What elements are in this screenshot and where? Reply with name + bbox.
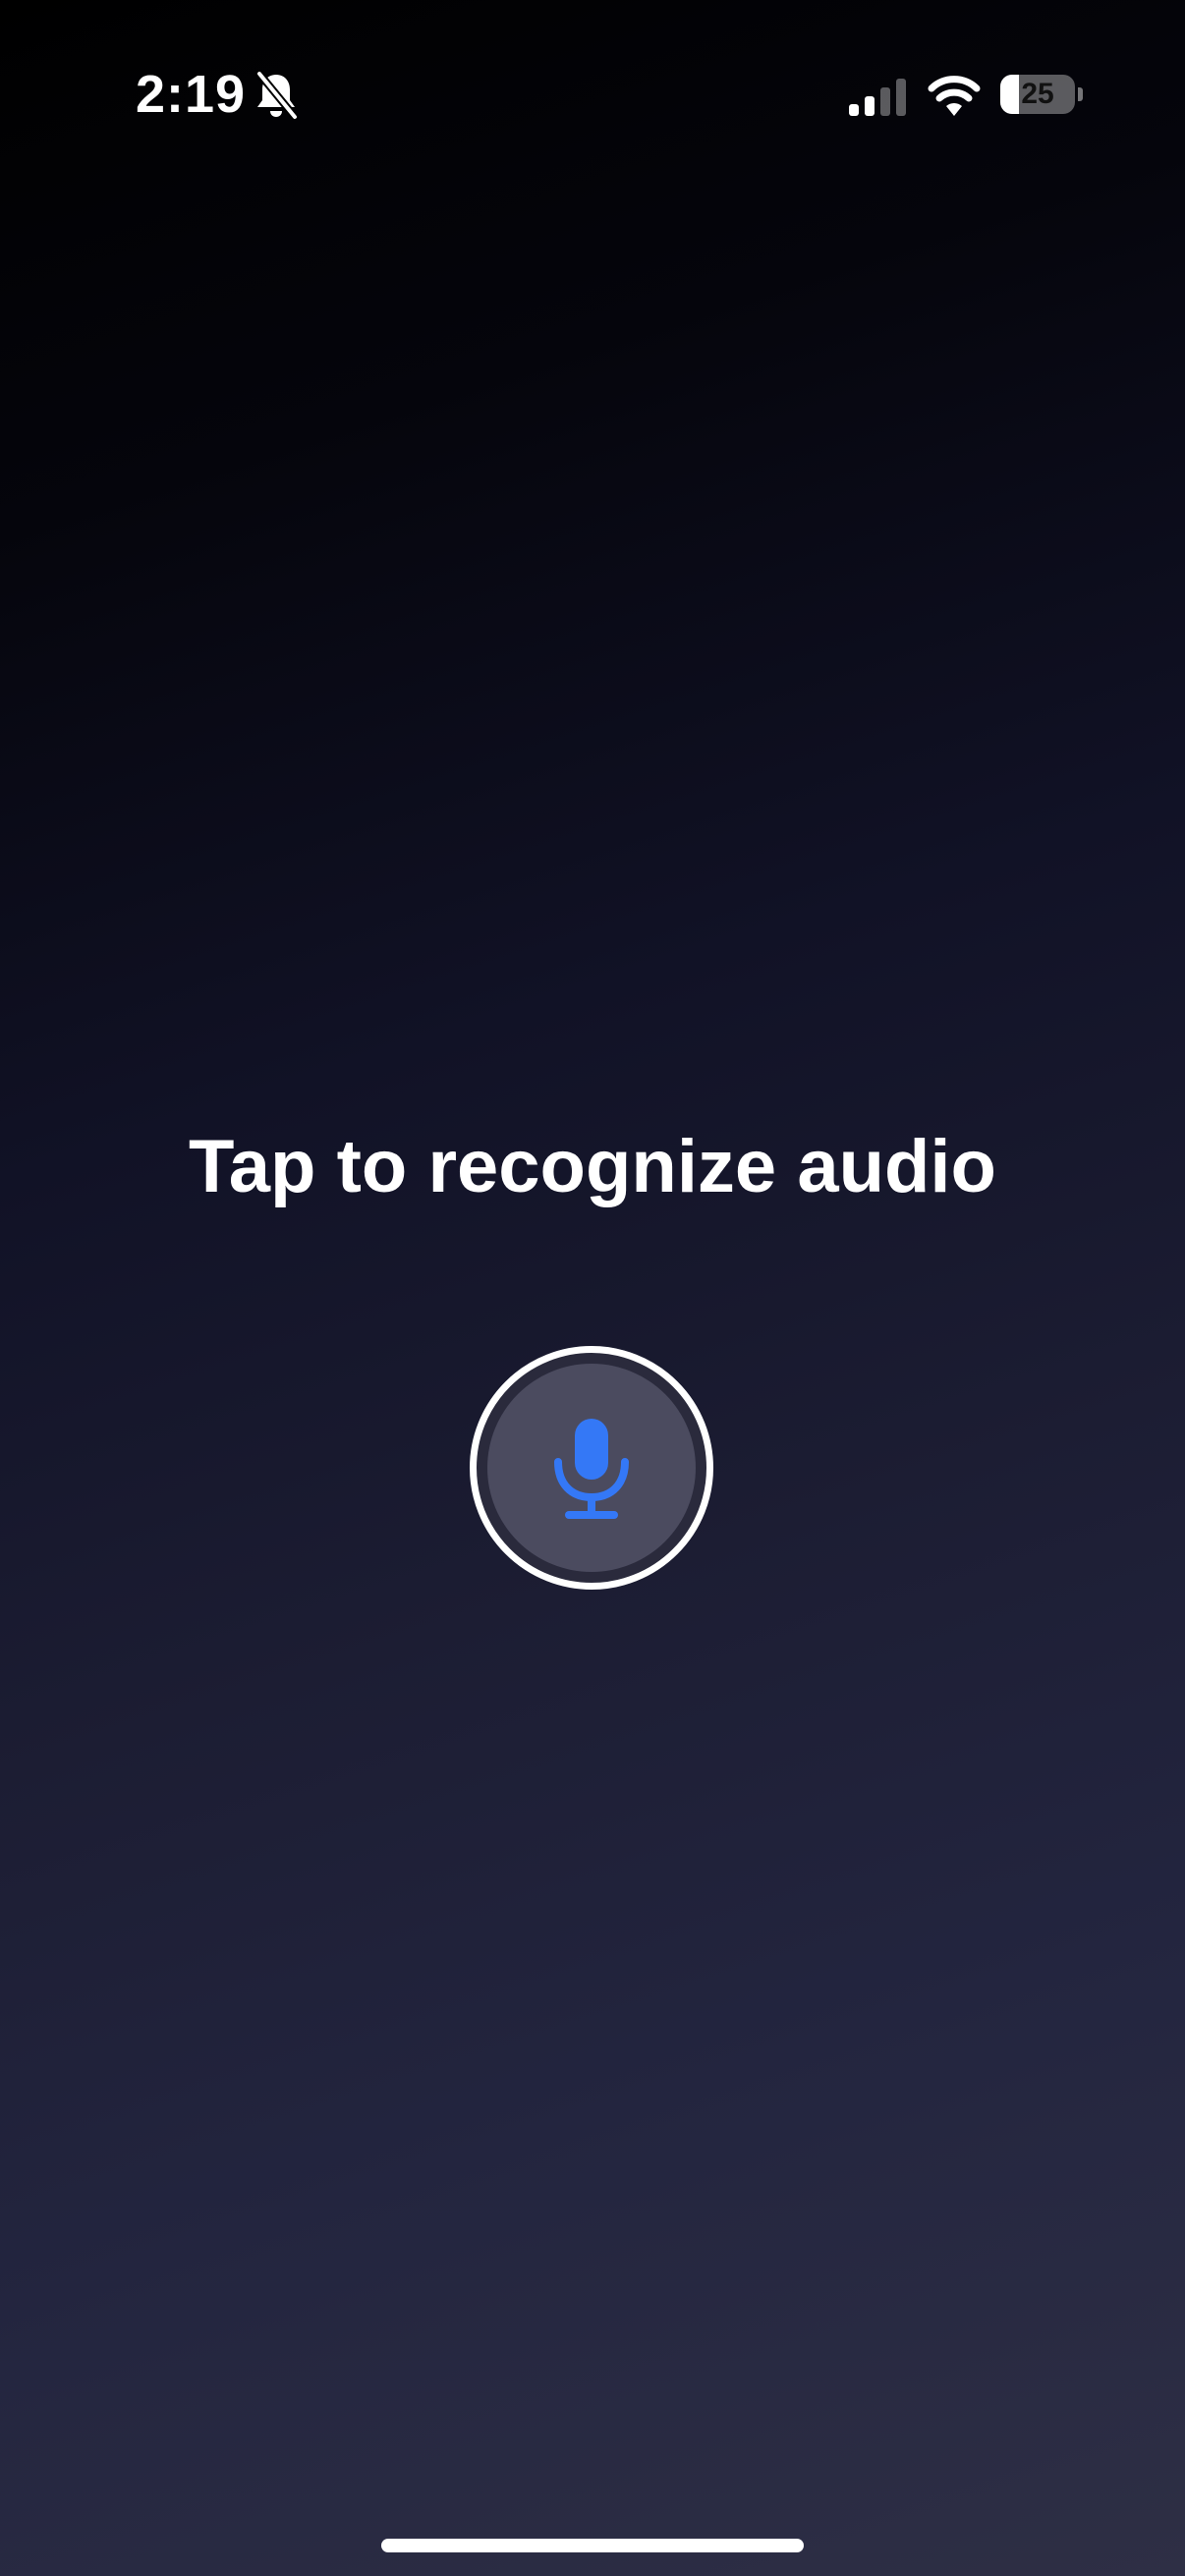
battery-level: 25 <box>1021 78 1054 110</box>
battery-tip <box>1078 87 1083 101</box>
bell-slash-icon <box>255 71 299 120</box>
battery-icon: 25 <box>1000 75 1083 114</box>
status-bar: 2:19 25 <box>0 0 1185 196</box>
home-indicator[interactable] <box>381 2539 804 2552</box>
wifi-icon <box>928 76 981 116</box>
mic-button-inner[interactable] <box>487 1364 696 1572</box>
battery-body: 25 <box>1000 75 1075 114</box>
recognize-audio-button[interactable] <box>470 1346 713 1590</box>
microphone-icon <box>554 1419 629 1519</box>
status-time: 2:19 <box>136 65 247 124</box>
recognize-prompt: Tap to recognize audio <box>189 1125 996 1208</box>
cellular-signal-icon <box>849 79 906 116</box>
